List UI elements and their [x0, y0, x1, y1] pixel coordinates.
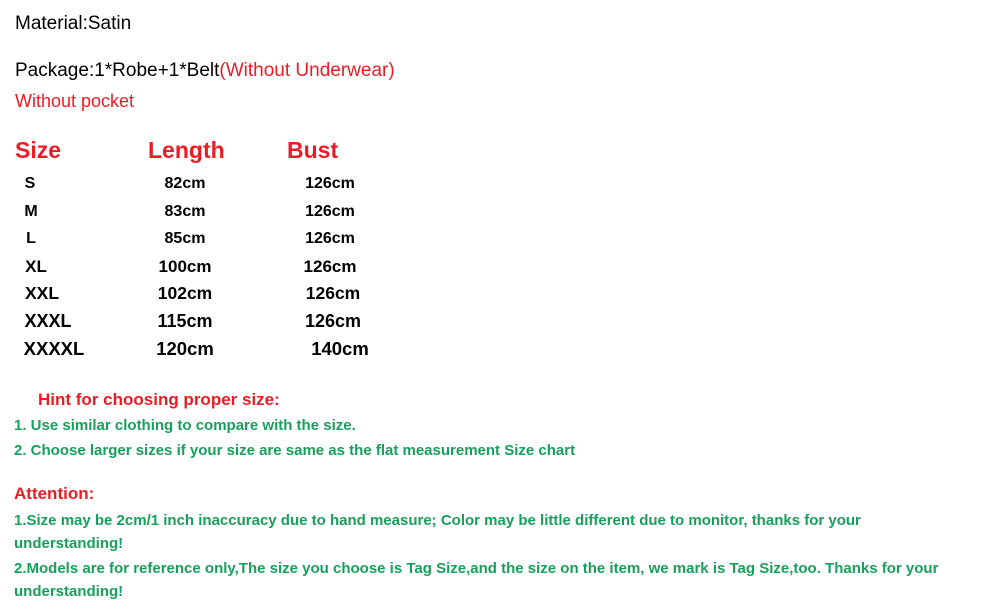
cell-size: S	[24, 175, 36, 192]
cell-size: XL	[25, 256, 47, 276]
attention-item-2: 2.Models are for reference only,The size…	[14, 560, 939, 600]
cell-length: 82cm	[164, 175, 206, 192]
cell-bust: 140cm	[311, 338, 369, 359]
hint-item-2: 2. Choose larger sizes if your size are …	[14, 442, 576, 459]
package-note: (Without Underwear)	[219, 60, 395, 81]
material-line: Material:Satin	[15, 13, 132, 34]
column-header-length: Length	[148, 137, 225, 163]
cell-bust: 126cm	[304, 310, 362, 331]
table-row: XL 100cm 126cm	[0, 253, 400, 281]
product-size-info-page: Material:Satin Package:1*Robe+1*Belt(Wit…	[0, 0, 984, 616]
cell-length: 100cm	[158, 256, 212, 276]
attention-list: 1.Size may be 2cm/1 inch inaccuracy due …	[14, 509, 969, 603]
table-row: M 83cm 126cm	[0, 198, 400, 226]
attention-item-1: 1.Size may be 2cm/1 inch inaccuracy due …	[14, 512, 861, 552]
cell-length: 83cm	[164, 202, 206, 220]
cell-length: 120cm	[156, 338, 214, 359]
size-chart-table: Size Length Bust S 82cm 126cm M 83cm 126…	[0, 136, 400, 363]
cell-bust: 126cm	[305, 175, 355, 192]
table-row: XXXL 115cm 126cm	[0, 308, 400, 336]
cell-length: 102cm	[157, 283, 213, 303]
table-row: L 85cm 126cm	[0, 225, 400, 253]
attention-title: Attention:	[14, 484, 95, 503]
package-label: Package:1*Robe+1*Belt	[15, 60, 220, 81]
column-header-size: Size	[15, 137, 62, 163]
cell-bust: 126cm	[305, 283, 361, 303]
hint-item-1: 1. Use similar clothing to compare with …	[14, 417, 356, 434]
cell-length: 115cm	[157, 310, 213, 331]
size-chart-header-row: Size Length Bust	[0, 136, 400, 170]
table-row: XXL 102cm 126cm	[0, 280, 400, 308]
cell-bust: 126cm	[303, 256, 357, 276]
cell-size: L	[26, 230, 36, 247]
cell-size: M	[24, 202, 38, 220]
table-row: XXXXL 120cm 140cm	[0, 335, 400, 363]
hint-title: Hint for choosing proper size:	[38, 390, 280, 409]
cell-length: 85cm	[164, 230, 206, 247]
cell-size: XXXXL	[23, 338, 85, 359]
package-line: Package:1*Robe+1*Belt(Without Underwear)	[15, 60, 395, 82]
table-row: S 82cm 126cm	[0, 170, 400, 198]
pocket-note: Without pocket	[15, 91, 135, 111]
cell-size: XXL	[24, 283, 60, 303]
column-header-bust: Bust	[287, 137, 339, 163]
cell-size: XXXL	[24, 310, 72, 331]
cell-bust: 126cm	[305, 202, 355, 220]
cell-bust: 126cm	[305, 230, 355, 247]
